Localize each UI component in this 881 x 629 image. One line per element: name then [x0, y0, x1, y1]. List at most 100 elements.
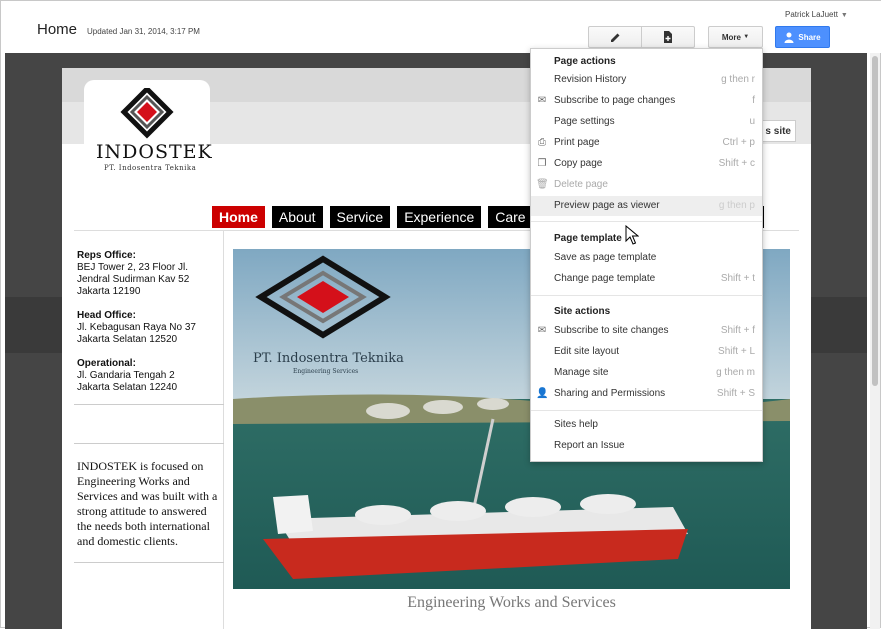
envelope-icon: ✉	[537, 325, 547, 336]
nav-about[interactable]: About	[271, 206, 323, 228]
menu-item-label: Edit site layout	[554, 346, 620, 357]
new-page-icon	[664, 31, 672, 43]
page-actions-heading: Page actions	[554, 56, 616, 67]
about-text: INDOSTEK is focused on Engineering Works…	[77, 459, 218, 548]
head-office: Head Office: Jl. Kebagusan Raya No 37 Ja…	[77, 310, 196, 346]
reps-office-title: Reps Office:	[77, 250, 136, 261]
menu-item-preview-page[interactable]: Preview page as viewer g then p	[531, 196, 762, 216]
copy-icon: ❐	[537, 158, 547, 169]
updated-timestamp: Updated Jan 31, 2014, 3:17 PM	[87, 27, 200, 36]
user-menu[interactable]: Patrick LaJuett ▼	[785, 10, 848, 19]
ops-line: Jakarta Selatan 12240	[77, 382, 178, 393]
hero-sub-text: Engineering Services	[293, 368, 358, 375]
menu-item-shortcut: Shift + t	[720, 273, 755, 284]
menu-item-shortcut: Shift + f	[720, 325, 755, 336]
menu-item-label: Page settings	[554, 116, 615, 127]
mouse-cursor-icon	[625, 225, 639, 245]
menu-item-shortcut: Ctrl + p	[722, 137, 755, 148]
reps-line: Jakarta 12190	[77, 286, 141, 297]
diamond-logo-icon	[120, 88, 174, 139]
menu-item-copy-page[interactable]: ❐ Copy page Shift + c	[531, 154, 762, 174]
menu-item-label: Subscribe to page changes	[554, 95, 676, 106]
menu-item-sharing[interactable]: 👤 Sharing and Permissions Shift + S	[531, 384, 762, 404]
menu-divider	[531, 295, 762, 296]
pencil-icon	[610, 33, 619, 42]
operational-title: Operational:	[77, 358, 136, 369]
menu-item-label: Preview page as viewer	[554, 200, 660, 211]
new-page-button[interactable]	[641, 26, 695, 48]
reps-office: Reps Office: BEJ Tower 2, 23 Floor Jl. J…	[77, 250, 189, 298]
more-button[interactable]: More ▼	[708, 26, 763, 48]
nav-career[interactable]: Care	[488, 206, 533, 228]
menu-item-save-template[interactable]: Save as page template	[531, 248, 762, 268]
printer-icon: ⎙	[538, 137, 546, 148]
page-title: Home	[37, 21, 78, 38]
menu-item-shortcut: u	[749, 116, 755, 127]
sidebar-divider	[74, 443, 224, 444]
logo-name: INDOSTEK	[96, 141, 213, 163]
menu-item-page-settings[interactable]: Page settings u	[531, 112, 762, 132]
menu-item-report-issue[interactable]: Report an Issue	[531, 436, 762, 456]
menu-item-label: Manage site	[554, 367, 609, 378]
menu-item-label: Delete page	[554, 179, 608, 190]
sidebar: Reps Office: BEJ Tower 2, 23 Floor Jl. J…	[74, 231, 224, 629]
menu-divider	[531, 410, 762, 411]
user-name: Patrick LaJuett	[785, 10, 838, 19]
menu-item-revision-history[interactable]: Revision History g then r	[531, 70, 762, 90]
page-template-heading: Page template	[554, 233, 622, 244]
menu-item-label: Print page	[554, 137, 600, 148]
menu-item-label: Report an Issue	[554, 440, 625, 451]
sidebar-divider	[74, 562, 224, 563]
logo-subtitle: PT. Indosentra Teknika	[104, 164, 197, 172]
menu-item-print-page[interactable]: ⎙ Print page Ctrl + p	[531, 133, 762, 153]
ops-line: Jl. Gandaria Tengah 2	[77, 370, 175, 381]
menu-divider	[531, 221, 762, 222]
menu-item-subscribe-site[interactable]: ✉ Subscribe to site changes Shift + f	[531, 321, 762, 341]
menu-item-label: Revision History	[554, 74, 627, 85]
site-actions-heading: Site actions	[554, 306, 611, 317]
head-line: Jakarta Selatan 12520	[77, 334, 178, 345]
share-label: Share	[798, 32, 821, 42]
menu-item-label: Change page template	[554, 273, 656, 284]
hero-company-text: PT. Indosentra Teknika	[253, 351, 404, 366]
menu-item-delete-page: 🗑 Delete page	[531, 175, 762, 195]
head-line: Jl. Kebagusan Raya No 37	[77, 322, 196, 333]
menu-item-sites-help[interactable]: Sites help	[531, 415, 762, 435]
nav-home[interactable]: Home	[212, 206, 265, 228]
menu-item-label: Copy page	[554, 158, 603, 169]
menu-item-shortcut: g then m	[716, 367, 755, 378]
nav-experience[interactable]: Experience	[397, 206, 482, 228]
window: Home Updated Jan 31, 2014, 3:17 PM Patri…	[0, 0, 881, 629]
menu-item-shortcut: Shift + c	[718, 158, 755, 169]
menu-item-label: Sites help	[554, 419, 598, 430]
add-person-icon: 👤	[536, 388, 549, 399]
more-label: More	[721, 32, 741, 42]
nav-service[interactable]: Service	[329, 206, 391, 228]
menu-item-change-template[interactable]: Change page template Shift + t	[531, 269, 762, 289]
share-button[interactable]: Share	[775, 26, 830, 48]
sidebar-divider	[74, 404, 224, 405]
menu-item-subscribe-page[interactable]: ✉ Subscribe to page changes f	[531, 91, 762, 111]
person-icon	[784, 32, 794, 43]
more-actions-menu: Page actions Revision History g then r ✉…	[530, 48, 763, 462]
reps-line: Jendral Sudirman Kav 52	[77, 274, 190, 285]
menu-item-manage-site[interactable]: Manage site g then m	[531, 363, 762, 383]
reps-line: BEJ Tower 2, 23 Floor Jl.	[77, 262, 188, 273]
head-office-title: Head Office:	[77, 310, 136, 321]
menu-item-shortcut: g then r	[721, 74, 755, 85]
scrollbar-thumb[interactable]	[872, 56, 878, 386]
menu-item-shortcut: g then p	[718, 200, 755, 211]
menu-item-label: Save as page template	[554, 252, 657, 263]
menu-item-shortcut: f	[752, 95, 755, 106]
menu-item-shortcut: Shift + S	[716, 388, 755, 399]
trash-icon: 🗑	[536, 179, 549, 190]
menu-item-shortcut: Shift + L	[718, 346, 755, 357]
chevron-down-icon: ▼	[743, 34, 750, 40]
operational-office: Operational: Jl. Gandaria Tengah 2 Jakar…	[77, 358, 177, 394]
menu-item-label: Sharing and Permissions	[554, 388, 666, 399]
edit-page-button[interactable]	[588, 26, 642, 48]
sites-toolbar: Home Updated Jan 31, 2014, 3:17 PM Patri…	[1, 1, 881, 53]
menu-item-edit-layout[interactable]: Edit site layout Shift + L	[531, 342, 762, 362]
chevron-down-icon: ▼	[840, 12, 848, 19]
site-logo[interactable]	[84, 80, 210, 192]
